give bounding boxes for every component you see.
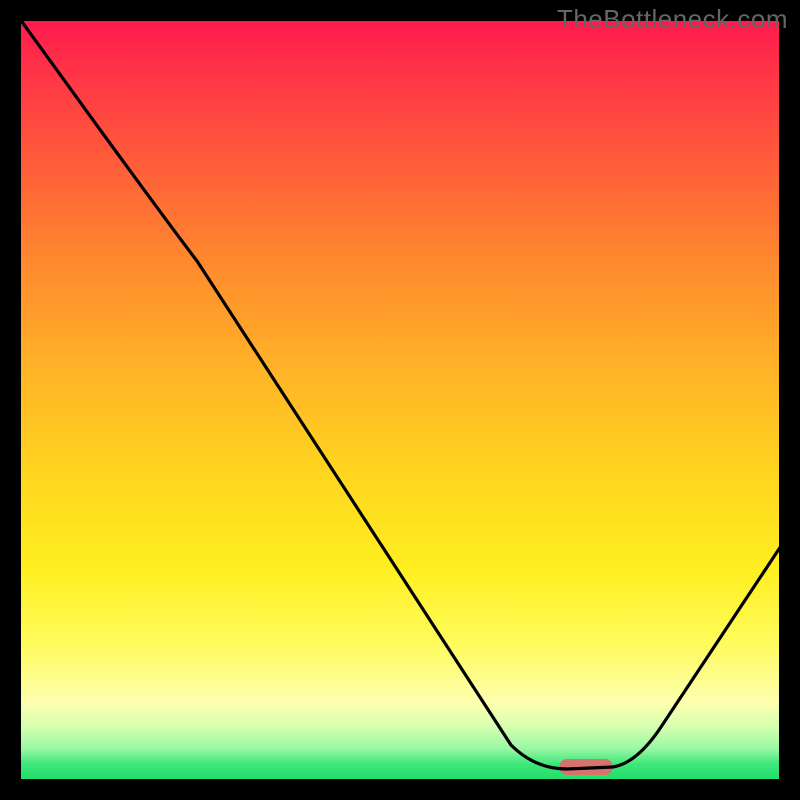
watermark-text: TheBottleneck.com bbox=[557, 4, 788, 35]
chart-frame bbox=[18, 18, 782, 782]
plot-gradient-bg bbox=[21, 21, 779, 779]
chart-container: TheBottleneck.com bbox=[0, 0, 800, 800]
